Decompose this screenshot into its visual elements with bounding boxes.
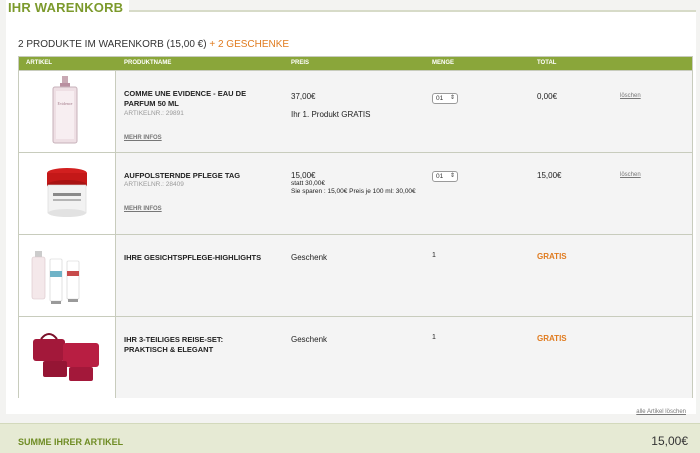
header-produktname: PRODUKTNAME xyxy=(124,60,172,66)
summary-gifts: + 2 GESCHENKE xyxy=(209,39,290,50)
page: IHR WARENKORB 2 PRODUKTE IM WARENKORB (1… xyxy=(0,0,700,453)
updown-arrow-icon: ⇕ xyxy=(449,173,455,179)
product-price: 37,00€ xyxy=(291,92,315,101)
product-price: Geschenk xyxy=(291,335,328,344)
row-body xyxy=(116,317,692,398)
quantity-value: 1 xyxy=(432,252,436,259)
price-value: 15,00€ xyxy=(291,171,316,180)
product-name: COMME UNE EVIDENCE - EAU DE PARFUM 50 ML xyxy=(124,89,247,108)
perfume-bottle-image[interactable]: Evidence xyxy=(19,71,116,152)
row-total: 0,00€ xyxy=(537,92,558,101)
quantity-select[interactable]: 01 ⇕ xyxy=(432,171,458,182)
table-row: Evidence COMME UNE EVIDENCE - EAU DE PAR… xyxy=(19,70,692,152)
delete-link[interactable]: löschen xyxy=(620,93,641,99)
quantity-value: 01 xyxy=(436,173,444,180)
row-body xyxy=(116,71,692,152)
updown-arrow-icon: ⇕ xyxy=(449,95,455,101)
product-artnr: ARTIKELNR.: 29891 xyxy=(124,110,184,117)
product-image-cell xyxy=(19,235,116,316)
cart-table: ARTIKEL PRODUKTNAME PREIS MENGE TOTAL Ev… xyxy=(18,56,693,398)
sum-bar: SUMME IHRER ARTIKEL 15,00€ xyxy=(0,423,700,453)
delete-all-link[interactable]: alle Artikel löschen xyxy=(636,409,686,415)
table-row: IHR 3-TEILIGES REISE-SET: PRAKTISCH & EL… xyxy=(19,316,692,398)
product-price: 15,00€ statt 30,00€ Sie sparen : 15,00€ … xyxy=(291,171,421,196)
product-price: Geschenk xyxy=(291,253,328,262)
header-total: TOTAL xyxy=(537,60,557,66)
skincare-set-image[interactable] xyxy=(19,235,116,316)
product-artnr: ARTIKELNR.: 28409 xyxy=(124,181,184,188)
product-name: IHRE GESICHTSPFLEGE-HIGHLIGHTS xyxy=(124,253,262,262)
price-old: statt 30,00€ xyxy=(291,180,325,187)
more-info-link[interactable]: MEHR INFOS xyxy=(124,135,162,141)
table-row: IHRE GESICHTSPFLEGE-HIGHLIGHTS Geschenk … xyxy=(19,234,692,316)
product-image-cell: Evidence xyxy=(19,71,116,152)
product-image-cell xyxy=(19,153,116,234)
price-note: Ihr 1. Produkt GRATIS xyxy=(291,110,371,119)
product-name: IHR 3-TEILIGES REISE-SET: PRAKTISCH & EL… xyxy=(124,335,224,354)
product-image-cell xyxy=(19,317,116,398)
quantity-value: 01 xyxy=(436,95,444,102)
travel-bag-set-image[interactable] xyxy=(19,317,116,398)
row-body xyxy=(116,235,692,316)
row-total: 15,00€ xyxy=(537,171,562,180)
cream-jar-image[interactable] xyxy=(19,153,116,234)
quantity-value: 1 xyxy=(432,334,436,341)
row-total: GRATIS xyxy=(537,334,567,343)
svg-text:Evidence: Evidence xyxy=(58,101,73,106)
cart-summary: 2 PRODUKTE IM WARENKORB (15,00 €) + 2 GE… xyxy=(18,39,289,50)
more-info-link[interactable]: MEHR INFOS xyxy=(124,206,162,212)
price-value: 37,00€ xyxy=(291,92,316,101)
sum-value: 15,00€ xyxy=(651,434,688,448)
quantity-select[interactable]: 01 ⇕ xyxy=(432,93,458,104)
row-total: GRATIS xyxy=(537,252,567,261)
summary-products: 2 PRODUKTE IM WARENKORB (15,00 €) xyxy=(18,39,207,50)
price-saving: Sie sparen : 15,00€ Preis je 100 ml: 30,… xyxy=(291,188,416,195)
sum-label: SUMME IHRER ARTIKEL xyxy=(18,437,124,447)
table-row: AUFPOLSTERNDE PFLEGE TAG ARTIKELNR.: 284… xyxy=(19,152,692,234)
delete-link[interactable]: löschen xyxy=(620,172,641,178)
product-name: AUFPOLSTERNDE PFLEGE TAG xyxy=(124,171,241,180)
header-menge: MENGE xyxy=(432,60,455,66)
header-artikel: ARTIKEL xyxy=(26,60,52,66)
cart-title: IHR WARENKORB xyxy=(6,0,130,15)
cart-box: IHR WARENKORB 2 PRODUKTE IM WARENKORB (1… xyxy=(6,0,696,415)
header-preis: PREIS xyxy=(291,60,310,66)
table-header: ARTIKEL PRODUKTNAME PREIS MENGE TOTAL xyxy=(19,57,692,70)
